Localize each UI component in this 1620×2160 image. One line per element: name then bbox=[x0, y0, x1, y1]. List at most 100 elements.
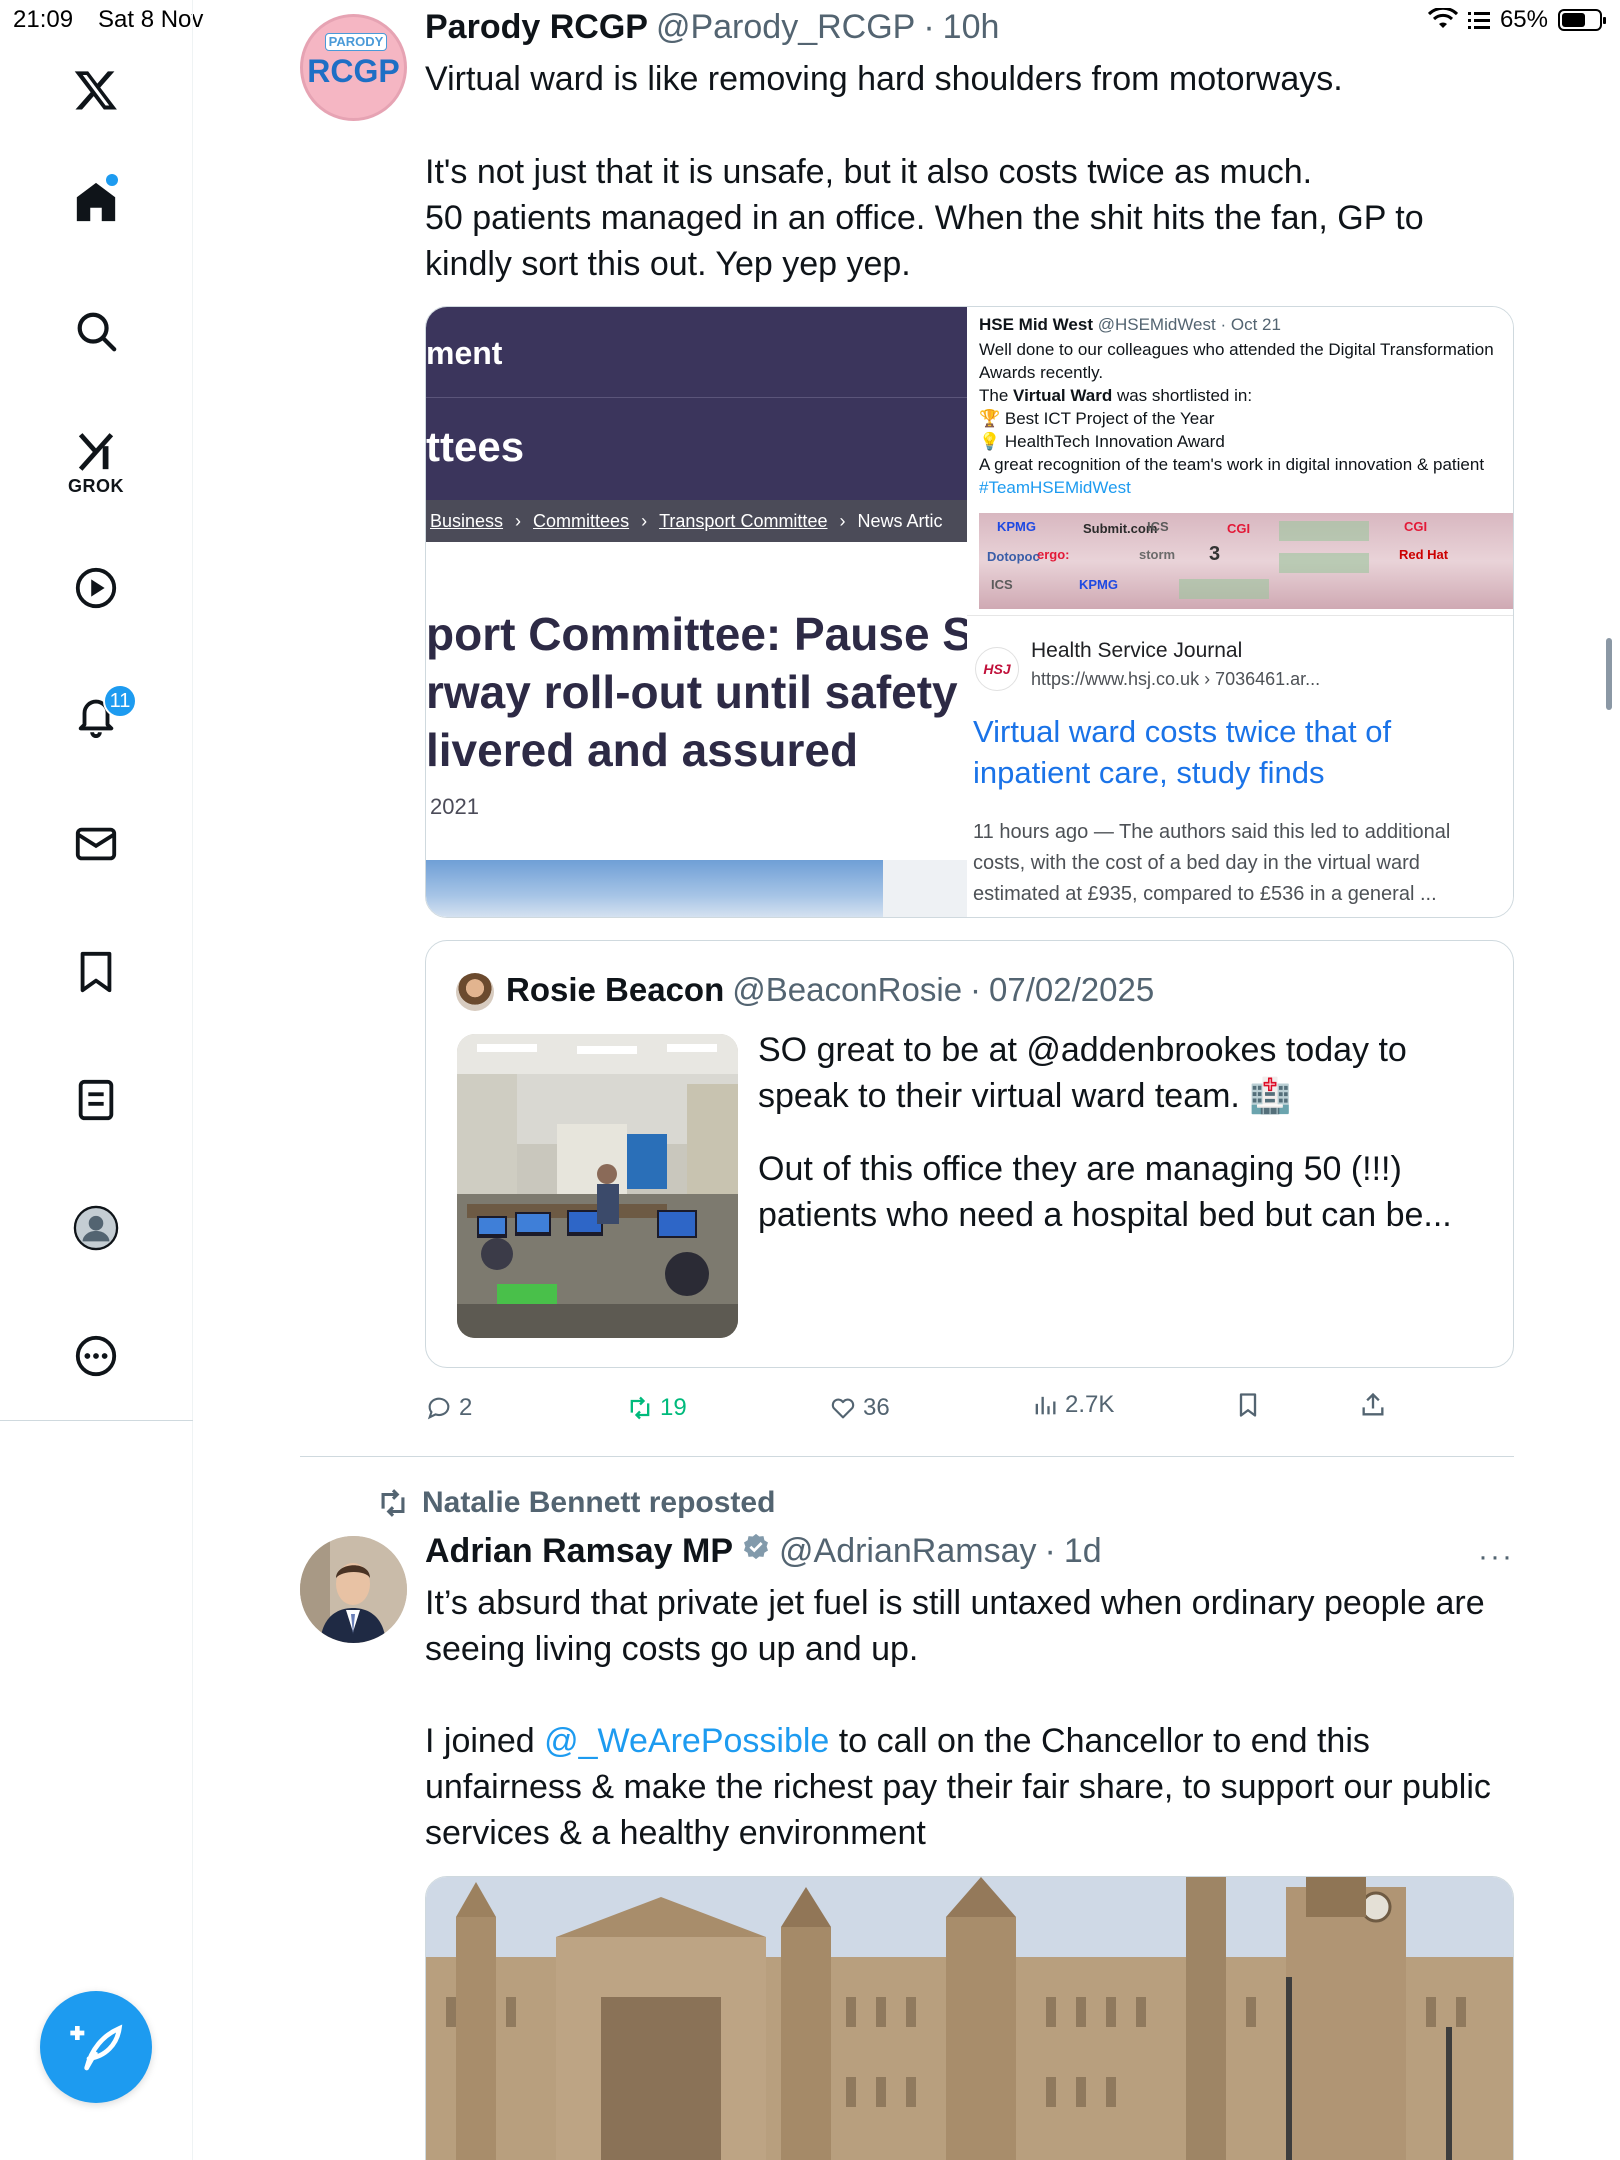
compose-post-button[interactable] bbox=[40, 1991, 152, 2103]
breadcrumb-item: Transport Committee bbox=[659, 510, 828, 531]
embedded-text: The bbox=[979, 386, 1014, 405]
quoted-author-name: Rosie Beacon bbox=[506, 971, 725, 1008]
embedded-line: 🏆 Best ICT Project of the Year bbox=[979, 409, 1215, 428]
status-right-group: 65% bbox=[1427, 6, 1606, 34]
mention-link[interactable]: @_WeArePossible bbox=[544, 1722, 829, 1760]
post-time[interactable]: 10h bbox=[943, 8, 1000, 47]
section-divider bbox=[967, 615, 1513, 616]
video-icon[interactable] bbox=[66, 558, 126, 618]
tweet-text: to call on the Chancellor to end this bbox=[829, 1722, 1370, 1760]
snippet-line: estimated at £935, compared to £536 in a… bbox=[973, 883, 1437, 905]
sky-image bbox=[426, 860, 883, 917]
media-card[interactable]: ment ttees Business › Committees › Transpo… bbox=[425, 306, 1514, 918]
media-image-right[interactable]: HSE Mid West @HSEMidWest · Oct 21 Well d… bbox=[967, 307, 1513, 917]
bookmark-icon bbox=[1239, 1393, 1257, 1417]
wifi-icon bbox=[1427, 8, 1458, 28]
repost-context[interactable]: Natalie Bennett reposted bbox=[376, 1486, 775, 1520]
quoted-text-line: Out of this office they are managing 50 … bbox=[758, 1150, 1402, 1188]
office-scene bbox=[457, 1034, 738, 1338]
mail-icon[interactable] bbox=[66, 814, 126, 874]
award-banner bbox=[1179, 579, 1269, 599]
search-result-source: Health Service Journal bbox=[1031, 639, 1243, 662]
article-date: 2021 bbox=[430, 794, 479, 819]
sponsor-logo: ICS bbox=[1147, 519, 1169, 534]
image-edge bbox=[883, 860, 967, 917]
sponsor-logo-wall: KPMG Submit.com ICS CGI ergo: storm Doto… bbox=[979, 513, 1513, 609]
post-time[interactable]: 1d bbox=[1064, 1532, 1102, 1571]
snippet-line: costs, with the cost of a bed day in the… bbox=[973, 852, 1420, 874]
separator: · bbox=[970, 971, 982, 1008]
verified-badge-icon bbox=[744, 1533, 768, 1560]
quoted-post[interactable]: Rosie Beacon @BeaconRosie · 07/02/2025 S… bbox=[425, 940, 1514, 1368]
x-logo-icon[interactable] bbox=[66, 60, 126, 120]
quoted-text-line: SO great to be at @addenbrookes today to bbox=[758, 1031, 1407, 1069]
more-options-icon[interactable]: ··· bbox=[1478, 1540, 1514, 1574]
author-handle[interactable]: @AdrianRamsay bbox=[779, 1532, 1037, 1571]
header-word-1: ment bbox=[426, 335, 503, 371]
tweet-text-line: seeing living costs go up and up. bbox=[425, 1630, 919, 1668]
tweet-text-line: 50 patients managed in an office. When t… bbox=[425, 199, 1424, 237]
like-button[interactable]: 36 bbox=[829, 1388, 890, 1428]
chevron-right-icon: › bbox=[641, 510, 648, 531]
grok-icon[interactable] bbox=[66, 420, 126, 480]
sponsor-logo: CGI bbox=[1404, 519, 1428, 534]
sidebar-nav: GROK 11 bbox=[0, 0, 193, 2160]
tweet-header: Adrian Ramsay MP @AdrianRamsay · 1d bbox=[425, 1532, 1102, 1571]
avatar-portrait bbox=[300, 1536, 407, 1643]
author-name[interactable]: Adrian Ramsay MP bbox=[425, 1532, 733, 1571]
share-icon bbox=[1362, 1392, 1384, 1416]
post-image-parliament[interactable] bbox=[425, 1876, 1514, 2160]
header-divider bbox=[426, 397, 967, 398]
sponsor-logo: storm bbox=[1139, 547, 1176, 562]
sponsor-logo: 3 bbox=[1209, 543, 1221, 565]
author-name[interactable]: Parody RCGP bbox=[425, 8, 648, 47]
embedded-post-header: HSE Mid West @HSEMidWest · Oct 21 bbox=[979, 315, 1281, 335]
title-line: inpatient care, study finds bbox=[973, 755, 1325, 790]
embedded-line: Well done to our colleagues who attended… bbox=[979, 340, 1494, 359]
tweet-text-line: I joined @_WeArePossible to call on the … bbox=[425, 1718, 1370, 1764]
parliament-building bbox=[426, 1877, 1513, 2160]
bookmark-icon[interactable] bbox=[66, 942, 126, 1002]
more-icon[interactable] bbox=[66, 1326, 126, 1386]
views-button[interactable]: 2.7K bbox=[1031, 1385, 1114, 1425]
separator: · bbox=[923, 8, 935, 46]
repost-button[interactable]: 19 bbox=[626, 1388, 687, 1428]
headline-line: livered and assured bbox=[426, 724, 859, 776]
embedded-line: 💡 HealthTech Innovation Award bbox=[979, 432, 1225, 451]
multitask-icon bbox=[1467, 12, 1490, 29]
avatar-adrian-ramsay[interactable] bbox=[300, 1536, 407, 1643]
quoted-post-header: Rosie Beacon @BeaconRosie · 07/02/2025 bbox=[506, 971, 1154, 1009]
quoted-author-handle: @BeaconRosie bbox=[732, 971, 963, 1008]
sponsor-logo: Red Hat bbox=[1399, 547, 1449, 562]
parliament-page-header bbox=[426, 307, 967, 500]
avatar-parody-rcgp[interactable]: PARODY RCGP bbox=[300, 14, 407, 121]
embedded-line: A great recognition of the team's work i… bbox=[979, 455, 1485, 474]
award-banner bbox=[1279, 553, 1369, 573]
tweet-text-line: It’s absurd that private jet fuel is sti… bbox=[425, 1584, 1485, 1622]
award-banner bbox=[1279, 521, 1369, 541]
office-photo bbox=[457, 1034, 738, 1338]
reply-button[interactable]: 2 bbox=[425, 1388, 472, 1428]
reply-icon bbox=[427, 1397, 450, 1420]
bookmark-button[interactable] bbox=[1234, 1385, 1262, 1425]
views-chart-icon bbox=[1035, 1396, 1056, 1415]
search-result-url: https://www.hsj.co.uk › 7036461.ar... bbox=[1031, 669, 1321, 689]
profile-icon[interactable] bbox=[66, 1198, 126, 1258]
snippet-line: 11 hours ago — The authors said this led… bbox=[973, 821, 1451, 843]
media-image-left[interactable]: ment ttees Business › Committees › Transpo… bbox=[426, 307, 967, 917]
scrollbar[interactable] bbox=[1606, 638, 1612, 710]
breadcrumb-item: Business bbox=[430, 510, 504, 531]
repost-icon bbox=[630, 1396, 650, 1420]
share-button[interactable] bbox=[1359, 1385, 1387, 1425]
embedded-handle-date: @HSEMidWest · Oct 21 bbox=[1097, 315, 1281, 334]
tweet-text-line: unfairness & make the richest pay their … bbox=[425, 1768, 1491, 1806]
tweet-text-line: It's not just that it is unsafe, but it … bbox=[425, 153, 1313, 191]
avatar-rosie-beacon bbox=[456, 973, 494, 1011]
heart-icon bbox=[831, 1398, 855, 1419]
author-handle[interactable]: @Parody_RCGP bbox=[656, 8, 915, 47]
search-icon[interactable] bbox=[66, 301, 126, 361]
like-count: 36 bbox=[863, 1394, 890, 1421]
embedded-text: was shortlisted in: bbox=[1112, 386, 1253, 405]
lists-icon[interactable] bbox=[66, 1070, 126, 1130]
